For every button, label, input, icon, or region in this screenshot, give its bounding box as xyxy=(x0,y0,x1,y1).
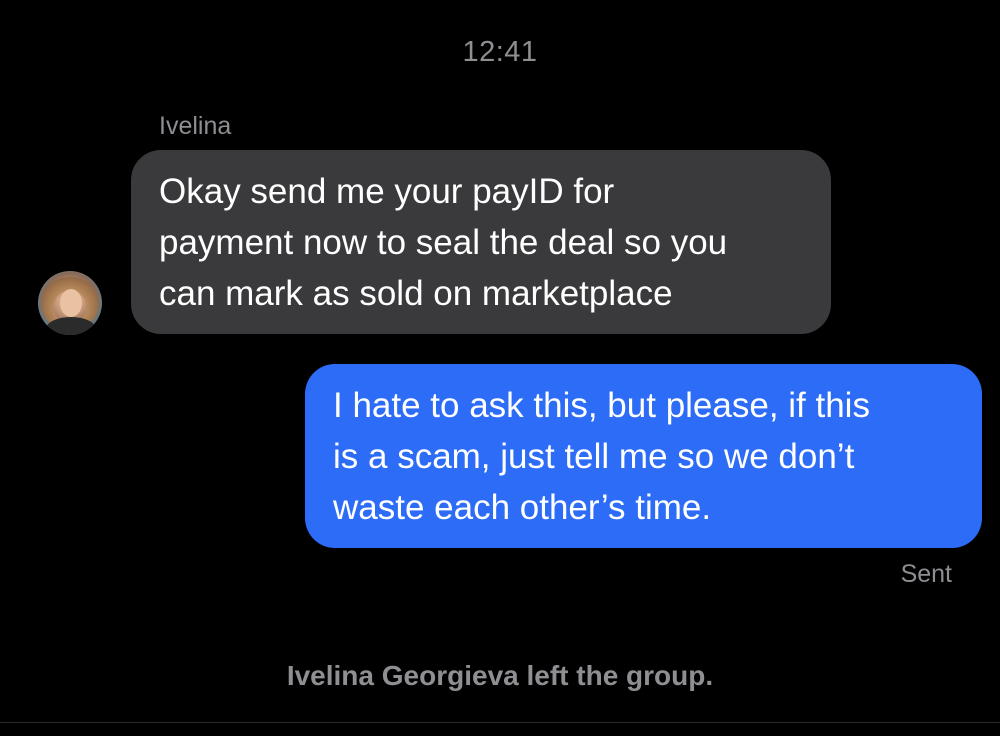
avatar[interactable] xyxy=(38,271,102,335)
message-line: Okay send me your payID for xyxy=(159,172,615,211)
outgoing-message-bubble[interactable]: I hate to ask this, but please, if this … xyxy=(305,364,982,548)
message-line: waste each other’s time. xyxy=(333,488,712,527)
avatar-face xyxy=(60,289,82,317)
system-message: Ivelina Georgieva left the group. xyxy=(286,660,714,691)
bottom-divider xyxy=(0,722,1000,723)
delivery-status: Sent xyxy=(900,560,952,588)
avatar-shoulder xyxy=(46,317,96,335)
message-line: is a scam, just tell me so we don’t xyxy=(333,437,855,476)
incoming-message-bubble[interactable]: Okay send me your payID for payment now … xyxy=(131,150,831,334)
sender-name: Ivelina xyxy=(159,112,232,140)
message-line: can mark as sold on marketplace xyxy=(159,274,673,313)
message-timestamp: 12:41 xyxy=(462,36,538,68)
message-line: payment now to seal the deal so you xyxy=(159,223,728,262)
message-line: I hate to ask this, but please, if this xyxy=(333,386,870,425)
